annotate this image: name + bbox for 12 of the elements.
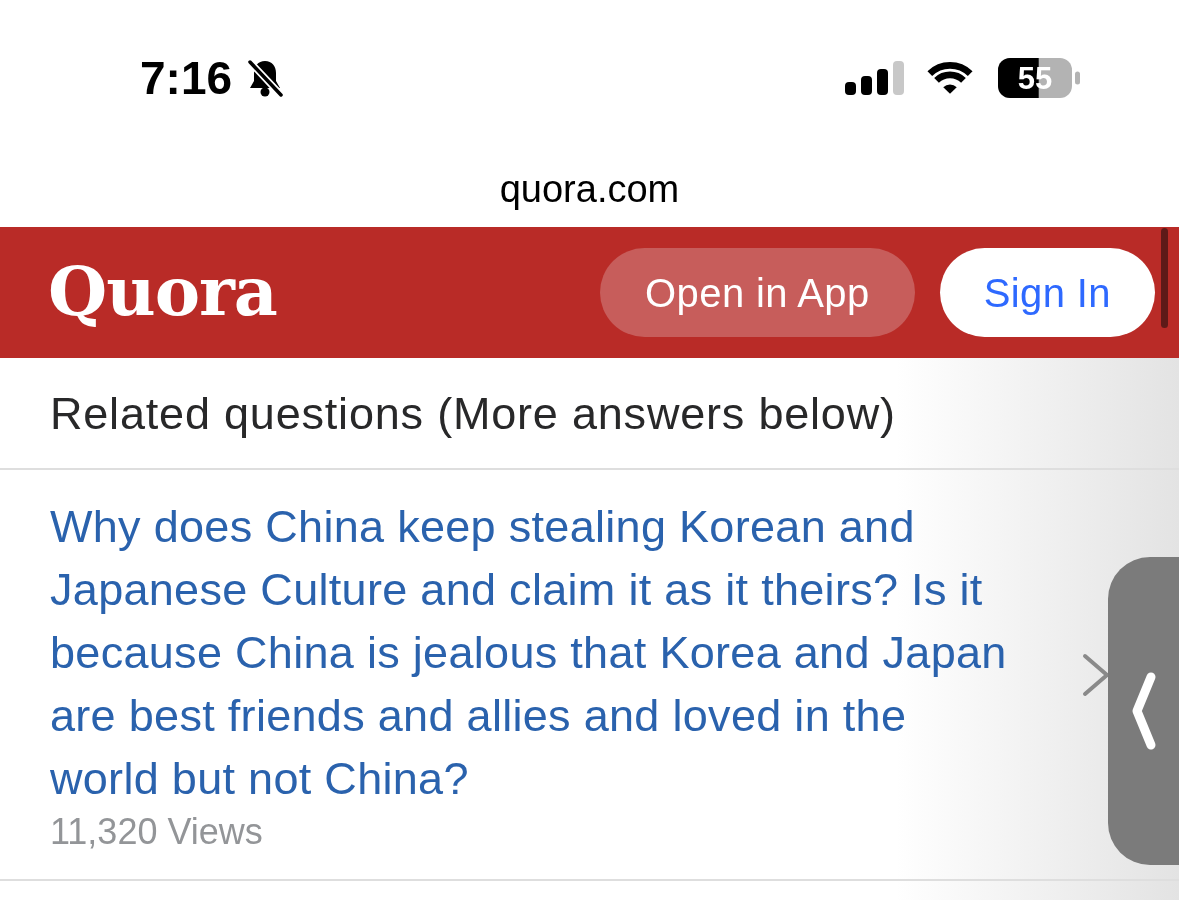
- quora-logo[interactable]: Quora: [48, 256, 277, 325]
- clock-time: 7:16: [140, 55, 233, 101]
- section-title: Related questions (More answers below): [50, 390, 896, 436]
- url-text[interactable]: quora.com: [499, 169, 680, 208]
- question-link[interactable]: Why does China keep stealing Korean and Japanese Culture and claim it as it theirs? Is it because China is jealous that Korea and Japan are best friends and allies and loved in the world but not China?: [50, 495, 1016, 810]
- view-count: 11,320 Views: [50, 810, 263, 854]
- side-panel-handle[interactable]: [1108, 557, 1179, 865]
- signal-icon: [845, 61, 905, 95]
- wifi-icon: [925, 60, 975, 96]
- chevron-right-icon: [1082, 652, 1110, 697]
- open-app-button[interactable]: Open in App: [600, 248, 915, 337]
- sign-in-button[interactable]: Sign In: [939, 248, 1155, 337]
